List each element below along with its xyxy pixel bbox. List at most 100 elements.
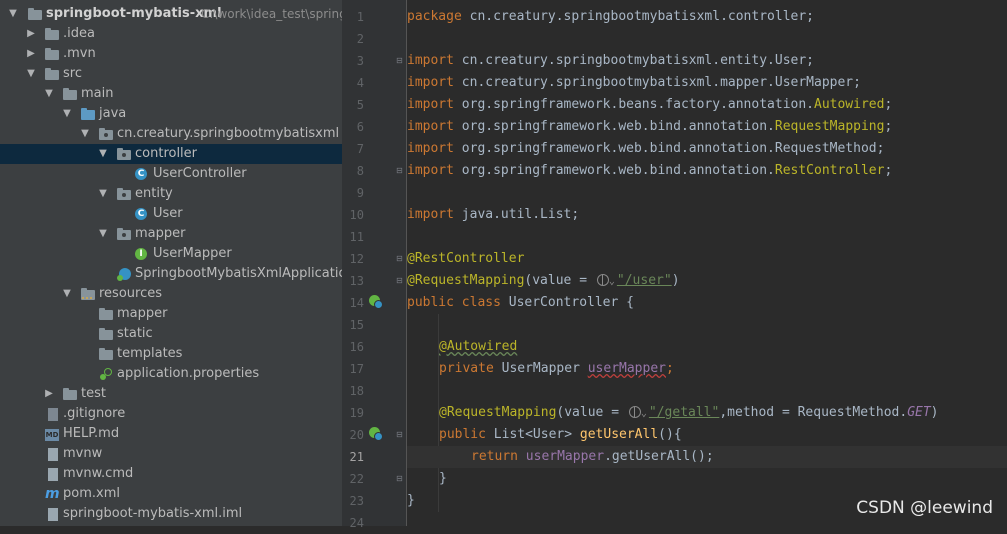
code-line-7[interactable]: import org.springframework.web.bind.anno… bbox=[407, 138, 1007, 160]
globe-icon[interactable] bbox=[628, 406, 641, 418]
code-line-14[interactable]: public class UserController { bbox=[407, 292, 1007, 314]
tree-item-label: mapper bbox=[117, 306, 168, 321]
fold-icon[interactable]: ⊟ bbox=[395, 430, 404, 439]
class-icon: C bbox=[135, 208, 147, 220]
keyword: return bbox=[471, 449, 518, 464]
tree-item-label: controller bbox=[135, 146, 198, 161]
tree-item-pom[interactable]: m pom.xml bbox=[0, 484, 342, 504]
code-text: org.springframework.beans.factory.annota… bbox=[453, 97, 814, 112]
globe-icon[interactable] bbox=[596, 274, 609, 286]
package-icon bbox=[117, 148, 131, 160]
tree-item-java[interactable]: ▼ java bbox=[0, 104, 342, 124]
tree-item-application-properties[interactable]: application.properties bbox=[0, 364, 342, 384]
tree-item-package[interactable]: ▼ cn.creatury.springbootmybatisxml bbox=[0, 124, 342, 144]
fold-icon[interactable]: ⊟ bbox=[395, 474, 404, 483]
interface-icon: I bbox=[135, 248, 147, 260]
file-icon bbox=[48, 468, 58, 481]
tree-item-templates[interactable]: templates bbox=[0, 344, 342, 364]
tree-item-label: mapper bbox=[135, 226, 186, 241]
keyword: import bbox=[407, 75, 454, 90]
tree-item-usermapper[interactable]: I UserMapper bbox=[0, 244, 342, 264]
chevron-down-icon[interactable]: ▼ bbox=[98, 144, 108, 164]
tree-item-root[interactable]: ▼ springboot-mybatis-xml C:\work\idea_te… bbox=[0, 4, 342, 24]
code-line-16[interactable]: @Autowired bbox=[407, 336, 1007, 358]
line-number: 22 bbox=[349, 472, 364, 486]
code-line-3[interactable]: import cn.creatury.springbootmybatisxml.… bbox=[407, 50, 1007, 72]
code-text: cn.creatury.springbootmybatisxml.mapper.… bbox=[453, 75, 861, 90]
annotation-class: RequestMapping bbox=[774, 119, 885, 134]
chevron-down-icon[interactable]: ▼ bbox=[26, 64, 36, 84]
string-literal: "/getall" bbox=[648, 405, 720, 420]
chevron-down-icon[interactable]: ▼ bbox=[62, 104, 72, 124]
code-line-4[interactable]: import cn.creatury.springbootmybatisxml.… bbox=[407, 72, 1007, 94]
tree-item-label: springboot-mybatis-xml bbox=[46, 6, 222, 21]
code-line-5[interactable]: import org.springframework.beans.factory… bbox=[407, 94, 1007, 116]
tree-item-main[interactable]: ▼ main bbox=[0, 84, 342, 104]
fold-icon[interactable]: ⊟ bbox=[395, 254, 404, 263]
string-literal: "/user" bbox=[616, 273, 672, 288]
tree-item-test[interactable]: ▶ test bbox=[0, 384, 342, 404]
tree-item-help-md[interactable]: MD HELP.md bbox=[0, 424, 342, 444]
code-line-21-current[interactable]: return userMapper.getUserAll(); bbox=[407, 446, 1007, 468]
spring-request-mapping-icon[interactable] bbox=[369, 427, 383, 441]
code-text: UserMapper bbox=[493, 361, 588, 376]
chevron-right-icon[interactable]: ▶ bbox=[26, 44, 36, 64]
tree-item-src[interactable]: ▼ src bbox=[0, 64, 342, 84]
line-number: 1 bbox=[356, 10, 364, 24]
tree-item-iml[interactable]: springboot-mybatis-xml.iml bbox=[0, 504, 342, 524]
chevron-right-icon[interactable]: ▶ bbox=[26, 24, 36, 44]
tree-item-mvnw-cmd[interactable]: mvnw.cmd bbox=[0, 464, 342, 484]
tree-item-mvnw[interactable]: mvnw bbox=[0, 444, 342, 464]
code-line-10[interactable]: import java.util.List; bbox=[407, 204, 1007, 226]
spring-bean-icon[interactable] bbox=[369, 295, 383, 309]
tree-item-gitignore[interactable]: .gitignore bbox=[0, 404, 342, 424]
module-folder-icon bbox=[28, 8, 42, 20]
tree-item-label: .mvn bbox=[63, 46, 96, 61]
maven-icon: m bbox=[45, 486, 60, 502]
chevron-down-icon[interactable]: ▼ bbox=[98, 184, 108, 204]
tree-item-static[interactable]: static bbox=[0, 324, 342, 344]
code-line-1[interactable]: package cn.creatury.springbootmybatisxml… bbox=[407, 6, 1007, 28]
code-line-19[interactable]: @RequestMapping(value = ⌄ "/getall",metho… bbox=[407, 402, 1007, 424]
tree-item-resources[interactable]: ▼ resources bbox=[0, 284, 342, 304]
chevron-down-icon[interactable]: ▼ bbox=[62, 284, 72, 304]
code-line-12[interactable]: @RestController bbox=[407, 248, 1007, 270]
code-line-17[interactable]: private UserMapper userMapper; bbox=[407, 358, 1007, 380]
chevron-down-icon[interactable]: ▼ bbox=[8, 4, 18, 24]
tree-item-idea[interactable]: ▶ .idea bbox=[0, 24, 342, 44]
class-icon: C bbox=[135, 168, 147, 180]
file-icon bbox=[48, 448, 58, 461]
chevron-down-icon[interactable]: ⌄ bbox=[609, 276, 615, 287]
project-tree-panel[interactable]: ▼ springboot-mybatis-xml C:\work\idea_te… bbox=[0, 0, 342, 526]
fold-icon[interactable]: ⊟ bbox=[395, 276, 404, 285]
tree-item-mapper-folder[interactable]: mapper bbox=[0, 304, 342, 324]
tree-item-application[interactable]: SpringbootMybatisXmlApplication bbox=[0, 264, 342, 284]
code-line-13[interactable]: @RequestMapping(value = ⌄ "/user") bbox=[407, 270, 1007, 292]
tree-item-mapper-package[interactable]: ▼ mapper bbox=[0, 224, 342, 244]
tree-item-user[interactable]: C User bbox=[0, 204, 342, 224]
tree-item-entity[interactable]: ▼ entity bbox=[0, 184, 342, 204]
tree-item-label: UserController bbox=[153, 166, 247, 181]
tree-item-label: entity bbox=[135, 186, 173, 201]
folder-icon bbox=[45, 28, 59, 40]
package-icon bbox=[99, 128, 113, 140]
tree-item-usercontroller[interactable]: C UserController bbox=[0, 164, 342, 184]
code-line-8[interactable]: import org.springframework.web.bind.anno… bbox=[407, 160, 1007, 182]
chevron-down-icon[interactable]: ▼ bbox=[80, 124, 90, 144]
code-line-20[interactable]: public List<User> getUserAll(){ bbox=[407, 424, 1007, 446]
gitignore-file-icon bbox=[48, 408, 58, 421]
tree-item-controller[interactable]: ▼ controller bbox=[0, 144, 342, 164]
folder-icon bbox=[45, 48, 59, 60]
line-number: 6 bbox=[356, 120, 364, 134]
folder-icon bbox=[99, 328, 113, 340]
code-line-22[interactable]: } bbox=[407, 468, 1007, 490]
tree-item-mvn[interactable]: ▶ .mvn bbox=[0, 44, 342, 64]
chevron-down-icon[interactable]: ▼ bbox=[98, 224, 108, 244]
chevron-down-icon[interactable]: ⌄ bbox=[641, 408, 647, 419]
code-text: cn.creatury.springbootmybatisxml.control… bbox=[461, 9, 814, 24]
chevron-down-icon[interactable]: ▼ bbox=[44, 84, 54, 104]
chevron-right-icon[interactable]: ▶ bbox=[44, 384, 54, 404]
fold-icon[interactable]: ⊟ bbox=[395, 166, 404, 175]
code-line-6[interactable]: import org.springframework.web.bind.anno… bbox=[407, 116, 1007, 138]
fold-icon[interactable]: ⊟ bbox=[395, 56, 404, 65]
